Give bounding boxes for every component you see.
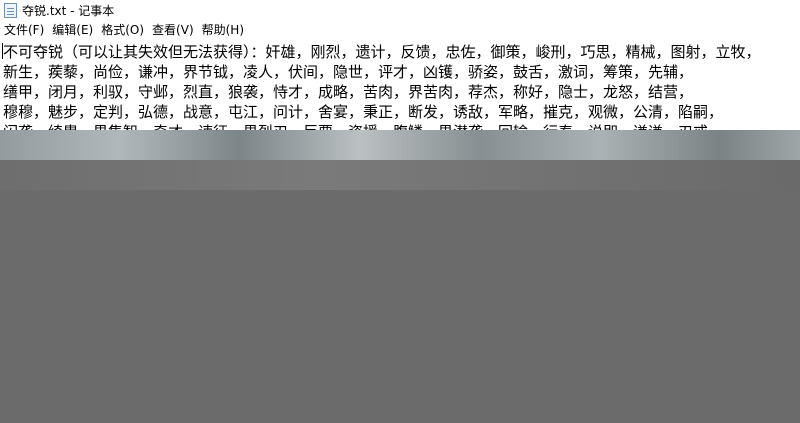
- text-line-2: 新生，蒺藜，尚俭，谦冲，界节钺，凌人，伏间，隐世，评才，凶镬，骄姿，鼓舌，激词，…: [3, 63, 694, 81]
- obscuring-overlay: [0, 130, 800, 423]
- text-line-5: 闪袭，绮胄，界集智，奇才，谏征，界烈刃，巨贾，资援，腹鳞，界潜袭，回输，行泰，说…: [3, 122, 708, 130]
- title-bar: 夺锐.txt - 记事本: [0, 0, 800, 21]
- notepad-icon: [4, 3, 17, 18]
- text-line-1: 不可夺锐（可以让其失效但无法获得）：奸雄，刚烈，遗计，反馈，忠佐，御策，峻刑，巧…: [3, 43, 761, 61]
- text-line-3: 缮甲，闭月，利驭，守邺，烈直，狼袭，恃才，成略，苦肉，界苦肉，荐杰，称好，隐士，…: [3, 83, 694, 101]
- window-title: 夺锐.txt - 记事本: [22, 4, 115, 18]
- menu-bar: 文件(F) 编辑(E) 格式(O) 查看(V) 帮助(H): [0, 21, 800, 40]
- text-caret: [2, 43, 3, 59]
- menu-help[interactable]: 帮助(H): [198, 21, 248, 40]
- overlay-band-top: [0, 130, 800, 160]
- text-editor-area[interactable]: 不可夺锐（可以让其失效但无法获得）：奸雄，刚烈，遗计，反馈，忠佐，御策，峻刑，巧…: [0, 40, 800, 130]
- text-line-4: 穆穆，魅步，定判，弘德，战意，屯江，问计，舍宴，秉正，断发，诱敌，军略，摧克，观…: [3, 103, 724, 121]
- overlay-band-mid: [0, 160, 800, 190]
- menu-edit[interactable]: 编辑(E): [48, 21, 97, 40]
- menu-view[interactable]: 查看(V): [148, 21, 198, 40]
- menu-file[interactable]: 文件(F): [0, 21, 48, 40]
- menu-format[interactable]: 格式(O): [97, 21, 148, 40]
